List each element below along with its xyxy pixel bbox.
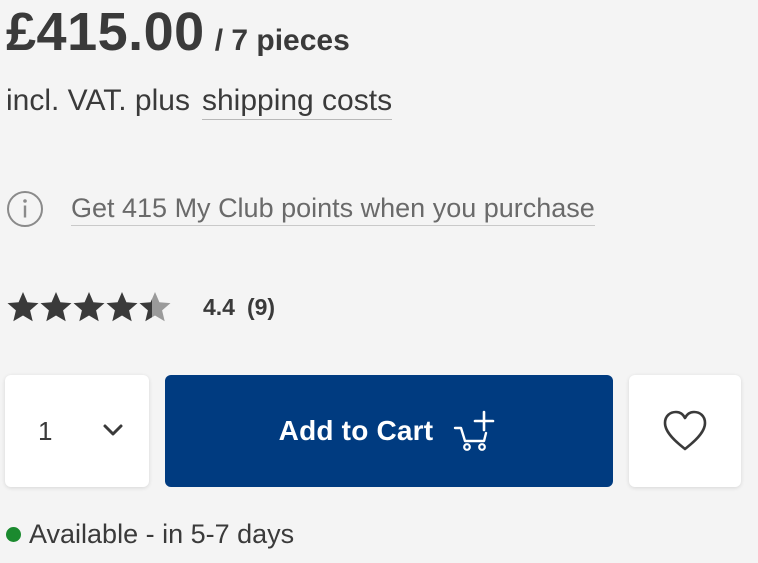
star-icon [7,292,39,322]
chevron-down-icon [103,424,123,436]
quantity-select[interactable]: 1 [5,375,149,487]
quantity-value: 1 [38,415,53,446]
availability-text: Available - in 5-7 days [29,519,295,549]
review-count[interactable]: (9) [247,294,275,321]
rating-value: 4.4 [203,293,235,320]
vat-info: incl. VAT. plus shipping costs [6,84,393,120]
loyalty-points-link[interactable]: Get 415 My Club points when you purchase [71,193,595,226]
price-unit: / 7 pieces [214,24,350,57]
star-icon [106,292,138,322]
add-to-cart-label: Add to Cart [278,415,434,446]
loyalty-points-row: Get 415 My Club points when you purchase [6,190,595,228]
vat-text: incl. VAT. plus [6,84,190,117]
cart-plus-icon [454,410,495,451]
rating-row[interactable]: 4.4 (9) [6,290,275,324]
status-dot [6,527,21,542]
star-rating [6,290,171,324]
product-price: £415.00 [6,2,205,62]
price-row: £415.00 / 7 pieces [6,0,350,64]
info-icon [7,191,43,227]
add-to-wishlist-button[interactable] [629,375,741,487]
star-icon [139,292,171,322]
shipping-costs-link[interactable]: shipping costs [201,84,393,120]
star-icon [40,292,72,322]
availability-status: Available - in 5-7 days [6,519,294,550]
add-to-cart-button[interactable]: Add to Cart [165,375,613,487]
star-icon [73,292,105,322]
heart-icon [663,410,707,451]
